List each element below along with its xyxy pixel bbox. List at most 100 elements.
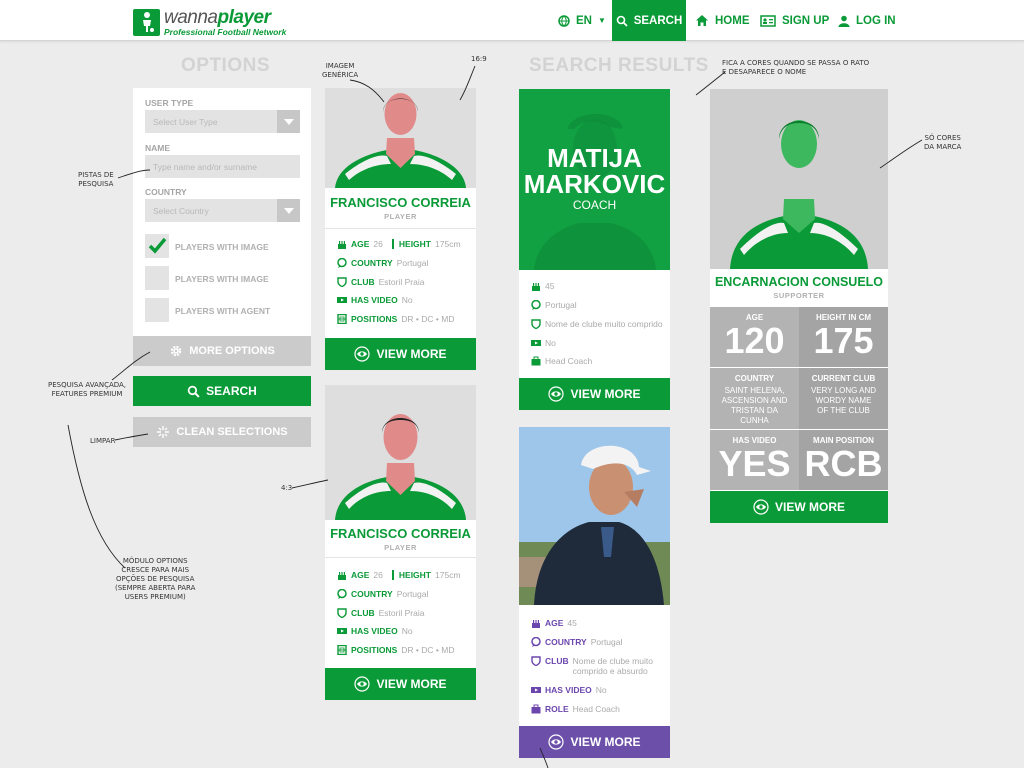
pitch-icon xyxy=(337,644,347,656)
gear-icon xyxy=(170,345,182,357)
players-with-image-label-2: PLAYERS WITH IMAGE xyxy=(175,274,269,284)
annotation-pesquisa-avancada: PESQUISA AVANÇADA, FEATURES PREMIUM xyxy=(48,381,126,399)
eye-icon xyxy=(753,499,769,515)
view-more-button[interactable]: VIEW MORE xyxy=(519,378,670,410)
view-more-label: VIEW MORE xyxy=(376,677,447,691)
age-row: AGE 45 xyxy=(531,618,577,628)
player-name[interactable]: FRANCISCO CORREIA xyxy=(325,195,476,210)
country-value: Portugal xyxy=(396,258,429,268)
stat-country: COUNTRY SAINT HELENA, ASCENSION AND TRISTA… xyxy=(710,368,799,429)
search-button[interactable]: SEARCH xyxy=(133,376,311,406)
view-more-button[interactable]: VIEW MORE xyxy=(325,338,476,370)
coach-last-name: MARKOVIC xyxy=(523,169,666,199)
players-with-image-label: PLAYERS WITH IMAGE xyxy=(175,242,269,252)
video-value: No xyxy=(595,685,607,695)
speech-globe-icon xyxy=(337,588,347,599)
shield-icon xyxy=(337,608,347,619)
player-role: PLAYER xyxy=(384,543,417,552)
stat-position: MAIN POSITION RCB xyxy=(799,430,888,490)
coach-card-hover[interactable]: MATIJA MARKOVIC COACH 45 Portugal Nome d… xyxy=(519,89,670,410)
player-card[interactable]: FRANCISCO CORREIA PLAYER AGE 26 HEIGHT 1… xyxy=(325,385,476,700)
age-row: AGE 26 HEIGHT 175cm xyxy=(337,570,461,580)
positions-row: POSITIONS DR • DC • MD xyxy=(337,313,454,325)
annotation-cores-marca: SÓ CORES DA MARCA xyxy=(924,134,961,152)
name-input[interactable]: Type name and/or surname xyxy=(145,155,300,178)
country-row: Portugal xyxy=(531,299,577,310)
video-row: HAS VIDEO No xyxy=(531,685,607,695)
positions-value: DR • DC • MD xyxy=(401,645,455,655)
nav-login-link[interactable]: LOG IN xyxy=(838,0,896,41)
annotation-line: IMAGEM xyxy=(325,62,355,70)
video-key: HAS VIDEO xyxy=(351,626,398,636)
age-icon xyxy=(337,570,347,580)
coach-first-name: MATIJA xyxy=(547,143,642,173)
club-key: CLUB xyxy=(351,608,375,618)
eye-icon xyxy=(548,386,565,402)
age-key: AGE xyxy=(351,239,370,249)
players-with-image-checkbox-2[interactable] xyxy=(145,266,169,290)
player-name[interactable]: FRANCISCO CORREIA xyxy=(325,526,476,541)
supporter-card[interactable]: ENCARNACION CONSUELO SUPPORTER AGE 120 H… xyxy=(710,89,888,523)
view-more-button[interactable]: VIEW MORE xyxy=(710,491,888,523)
annotation-line: DA MARCA xyxy=(924,143,962,151)
logo-tagline: Professional Football Network xyxy=(164,26,287,37)
country-value: Portugal xyxy=(590,637,623,647)
age-value: 26 xyxy=(373,570,383,580)
country-row: COUNTRY Portugal xyxy=(337,588,428,599)
video-icon xyxy=(531,685,541,695)
id-card-icon xyxy=(760,14,776,27)
nav-signup-label: SIGN UP xyxy=(782,14,830,27)
more-options-button[interactable]: MORE OPTIONS xyxy=(133,336,311,366)
player-silhouette xyxy=(325,88,476,188)
stat-height-value: 175 xyxy=(813,320,874,361)
annotation-line: GENÉRICA xyxy=(322,71,359,79)
player-role: PLAYER xyxy=(384,212,417,221)
clean-selections-button[interactable]: CLEAN SELECTIONS xyxy=(133,417,311,447)
nav-search-link[interactable]: SEARCH xyxy=(612,0,686,41)
annotation-line: PESQUISA AVANÇADA, xyxy=(48,381,127,389)
nav-home-link[interactable]: HOME xyxy=(695,0,750,41)
user-type-select[interactable]: Select User Type xyxy=(145,110,300,133)
country-key: COUNTRY xyxy=(351,589,393,599)
search-icon xyxy=(616,15,628,27)
view-more-label: VIEW MORE xyxy=(570,387,641,401)
language-selector[interactable]: EN ▼ xyxy=(558,0,606,41)
players-with-image-checkbox[interactable] xyxy=(145,234,169,258)
annotation-line: FICA A CORES QUANDO SE PASSA O RATO xyxy=(722,59,870,67)
supporter-name[interactable]: ENCARNACION CONSUELO xyxy=(710,275,888,289)
annotation-imagem-generica: IMAGEM GENÉRICA xyxy=(322,62,358,80)
positions-key: POSITIONS xyxy=(351,645,398,655)
logo-wordmark: wannaplayer xyxy=(164,6,271,28)
view-more-label: VIEW MORE xyxy=(570,735,641,749)
role-row: Head Coach xyxy=(531,356,592,366)
players-with-agent-checkbox[interactable] xyxy=(145,298,169,322)
video-value: No xyxy=(401,295,413,305)
view-more-button[interactable]: VIEW MORE xyxy=(519,726,670,758)
logo[interactable]: wannaplayer Professional Football Networ… xyxy=(133,7,286,37)
globe-icon xyxy=(558,14,570,27)
more-options-label: MORE OPTIONS xyxy=(189,345,275,357)
nav-signup-link[interactable]: SIGN UP xyxy=(760,0,829,41)
eye-icon xyxy=(548,734,565,750)
annotation-cores-hover: FICA A CORES QUANDO SE PASSA O RATO E DE… xyxy=(722,59,869,77)
club-row: CLUB Estoril Praia xyxy=(337,277,424,288)
chevron-down-icon: ▼ xyxy=(597,16,606,25)
options-title: OPTIONS xyxy=(181,55,271,76)
search-results-title: SEARCH RESULTS xyxy=(529,55,709,76)
club-value: Estoril Praia xyxy=(378,608,425,618)
country-select[interactable]: Select Country xyxy=(145,199,300,222)
video-icon xyxy=(531,338,541,348)
coach-hover-overlay: MATIJA MARKOVIC COACH xyxy=(519,89,670,270)
video-icon xyxy=(337,626,347,636)
player-card[interactable]: FRANCISCO CORREIA PLAYER AGE 26 HEIGHT 1… xyxy=(325,88,476,370)
club-row: Nome de clube muito comprido xyxy=(531,319,663,330)
coach-photo-card[interactable]: AGE 45 COUNTRY Portugal CLUB Nome de clu… xyxy=(519,427,670,758)
view-more-button[interactable]: VIEW MORE xyxy=(325,668,476,700)
annotation-line: OPÇÕES DE PESQUISA xyxy=(116,575,195,583)
player-silhouette xyxy=(325,385,476,520)
positions-row: POSITIONS DR • DC • MD xyxy=(337,644,455,656)
video-key: HAS VIDEO xyxy=(545,685,592,695)
stat-position-value: RCB xyxy=(804,443,883,484)
nav-login-label: LOG IN xyxy=(856,14,896,27)
stat-country-value: SAINT HELENA, ASCENSION AND TRISTAN DA CUN… xyxy=(710,386,799,426)
